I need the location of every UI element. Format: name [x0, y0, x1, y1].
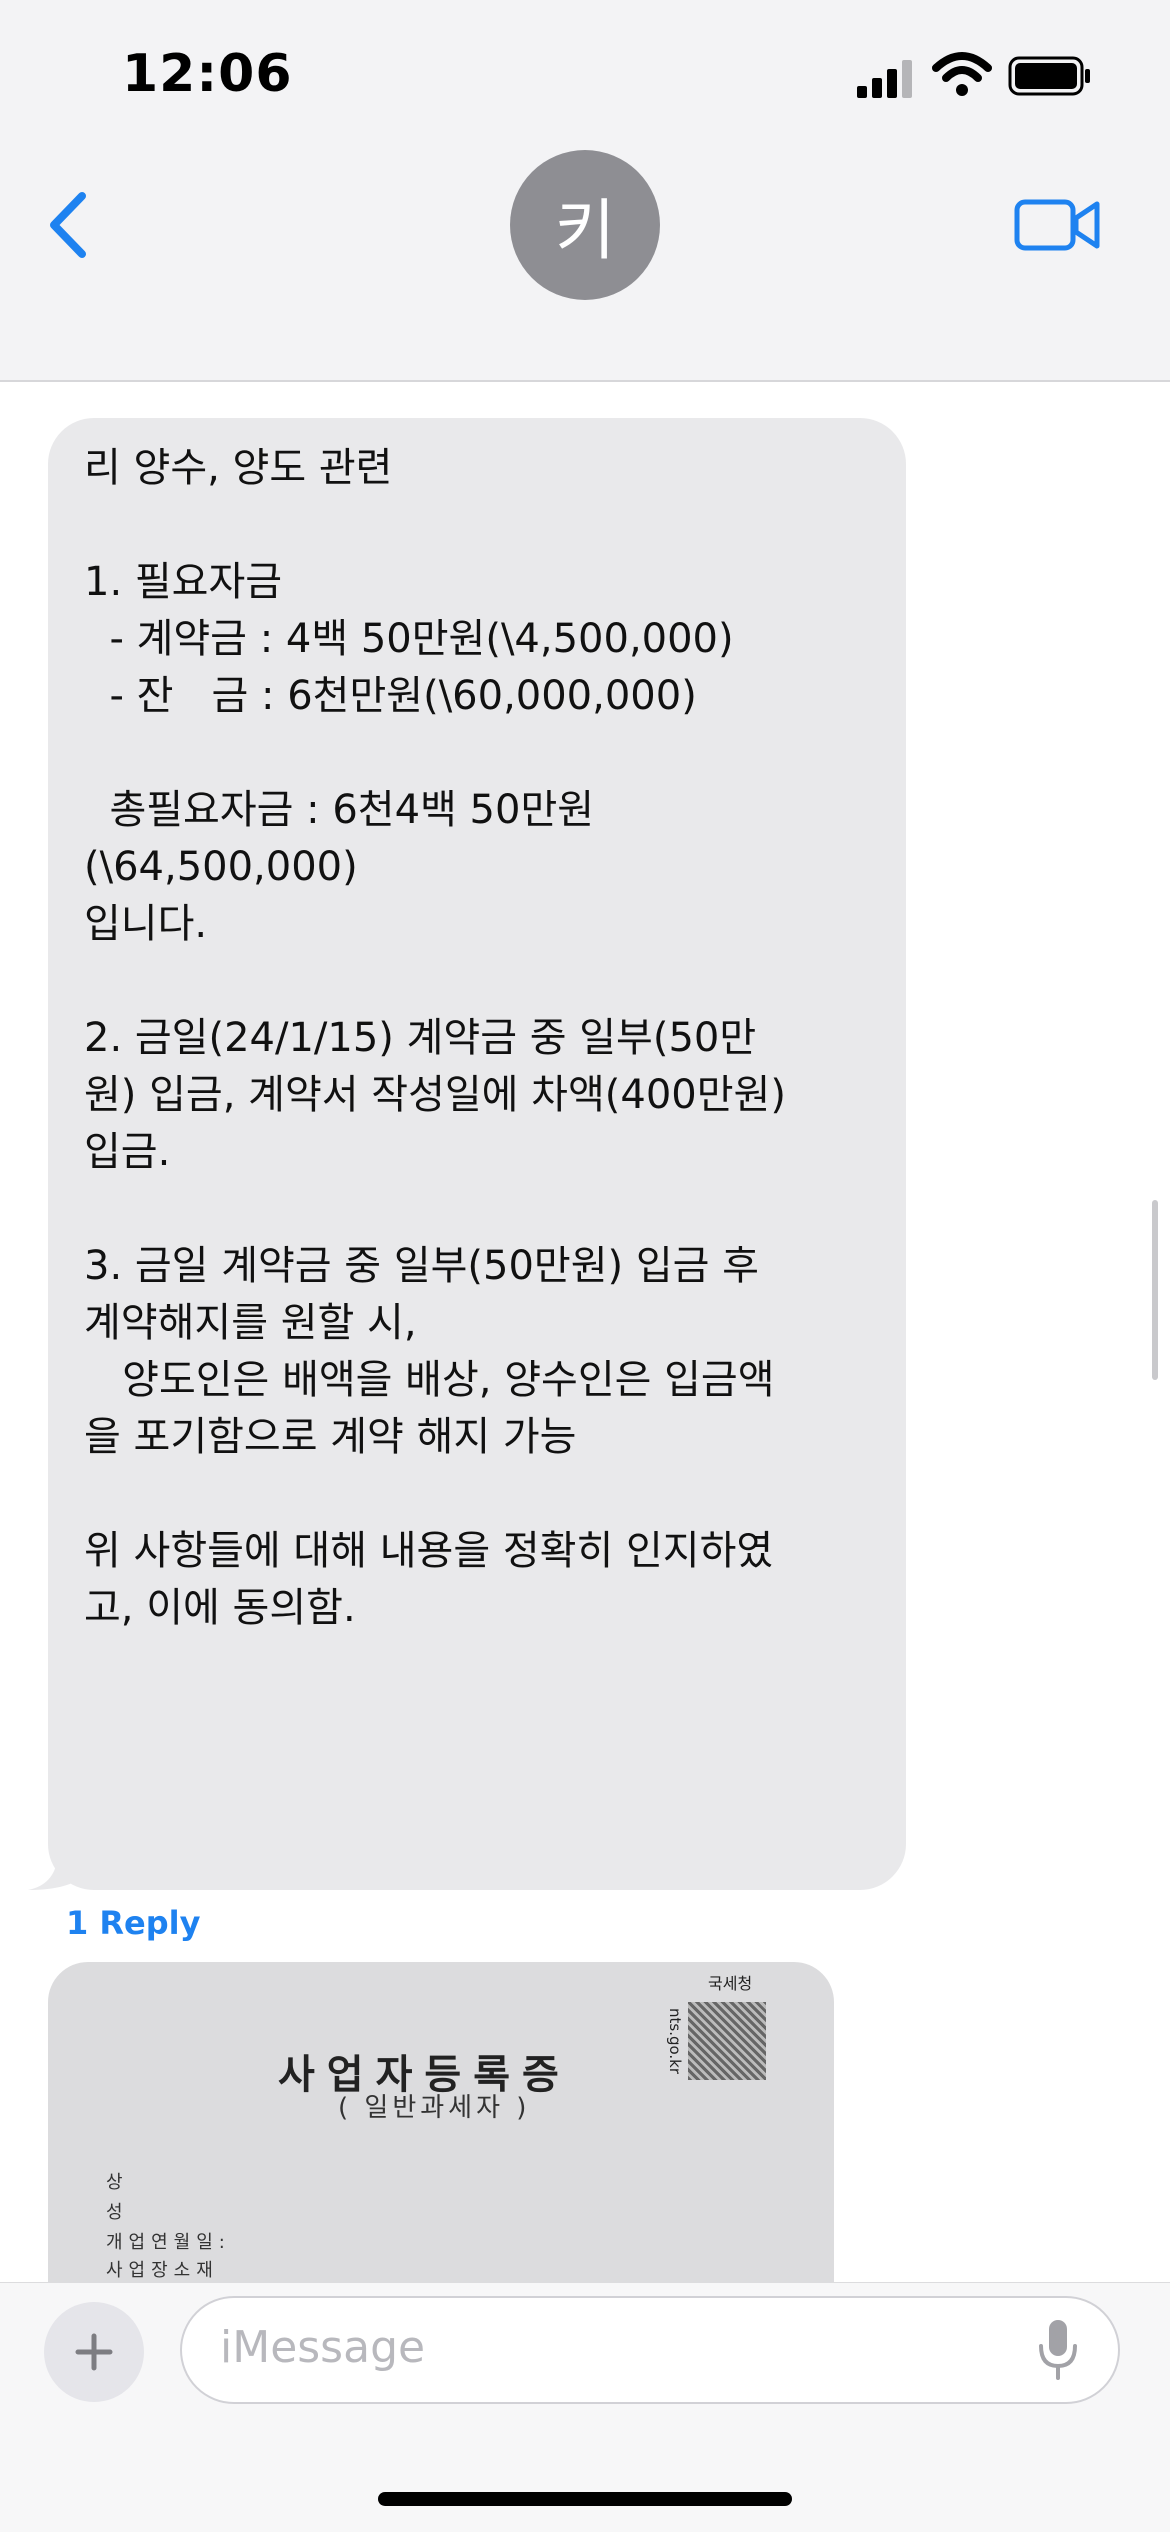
- battery-icon: [1008, 56, 1090, 96]
- status-time: 12:06: [122, 44, 293, 104]
- plus-icon: [75, 2333, 113, 2371]
- conversation-header: 12:06 키: [0, 0, 1170, 382]
- message-line: 입니다.: [84, 901, 208, 947]
- document-row: 개업연월일:: [106, 2232, 231, 2253]
- message-line: 고, 이에 동의함.: [84, 1585, 356, 1631]
- message-line: [84, 1181, 884, 1238]
- document-subtitle: ( 일반과세자 ): [338, 2093, 531, 2123]
- microphone-icon[interactable]: [1036, 2318, 1080, 2382]
- document-row: 사업장소재: [106, 2260, 219, 2281]
- qr-code-icon: [688, 2002, 766, 2080]
- video-call-icon[interactable]: [1014, 196, 1100, 254]
- message-line: [84, 725, 884, 782]
- contact-avatar[interactable]: 키: [510, 150, 660, 300]
- message-line: 양도인은 배액을 배상, 양수인은 입금액: [84, 1357, 775, 1403]
- site-label: nts.go.kr: [666, 2008, 684, 2075]
- message-input-placeholder: iMessage: [220, 2322, 426, 2373]
- message-line: 총필요자금 : 6천4백 50만원: [84, 787, 595, 833]
- apps-plus-button[interactable]: [44, 2302, 144, 2402]
- message-line: 계약해지를 원할 시,: [84, 1300, 417, 1346]
- message-line: 1. 필요자금: [84, 559, 283, 605]
- message-line: 원) 입금, 계약서 작성일에 차액(400만원): [84, 1072, 786, 1118]
- photo-attachment[interactable]: 국세청 nts.go.kr 사업자등록증 ( 일반과세자 ) 상 성 개업연월일…: [48, 1962, 834, 2282]
- message-line: 리 양수, 양도 관련: [84, 445, 393, 491]
- back-chevron-icon[interactable]: [44, 190, 94, 260]
- document-row: 성: [106, 2202, 129, 2223]
- document-row: 상: [106, 2172, 129, 2193]
- message-line: - 잔 금 : 6천만원(\60,000,000): [84, 673, 697, 719]
- bubble-tail: [28, 1850, 86, 1890]
- message-line: 3. 금일 계약금 중 일부(50만원) 입금 후: [84, 1243, 759, 1289]
- message-line: [84, 1466, 884, 1523]
- message-line: [84, 953, 884, 1010]
- message-line: 2. 금일(24/1/15) 계약금 중 일부(50만: [84, 1015, 757, 1061]
- message-line: [84, 497, 884, 554]
- imessage-screen: 12:06 키 리 양수, 양도 관련 1. 필요자금 - 계약금: 4백 5…: [0, 0, 1170, 2532]
- wifi-icon: [932, 52, 992, 96]
- message-line: 입금.: [84, 1129, 171, 1175]
- cellular-signal-icon: [857, 60, 912, 98]
- message-line: 을 포기함으로 계약 해지 가능: [84, 1414, 577, 1460]
- scroll-indicator[interactable]: [1152, 1200, 1158, 1380]
- message-line: (\64,500,000): [84, 844, 358, 890]
- message-text: 리 양수, 양도 관련 1. 필요자금 - 계약금 : 4백 50만원(\4,5…: [84, 440, 884, 1637]
- message-line: 위 사항들에 대해 내용을 정확히 인지하였: [84, 1528, 774, 1574]
- agency-label: 국세청: [708, 1974, 753, 1993]
- home-indicator[interactable]: [378, 2492, 792, 2506]
- avatar-initial: 키: [554, 192, 616, 269]
- thread-reply-link[interactable]: 1 Reply: [66, 1904, 200, 1942]
- message-line: - 계약금 : 4백 50만원(\4,500,000): [84, 616, 734, 662]
